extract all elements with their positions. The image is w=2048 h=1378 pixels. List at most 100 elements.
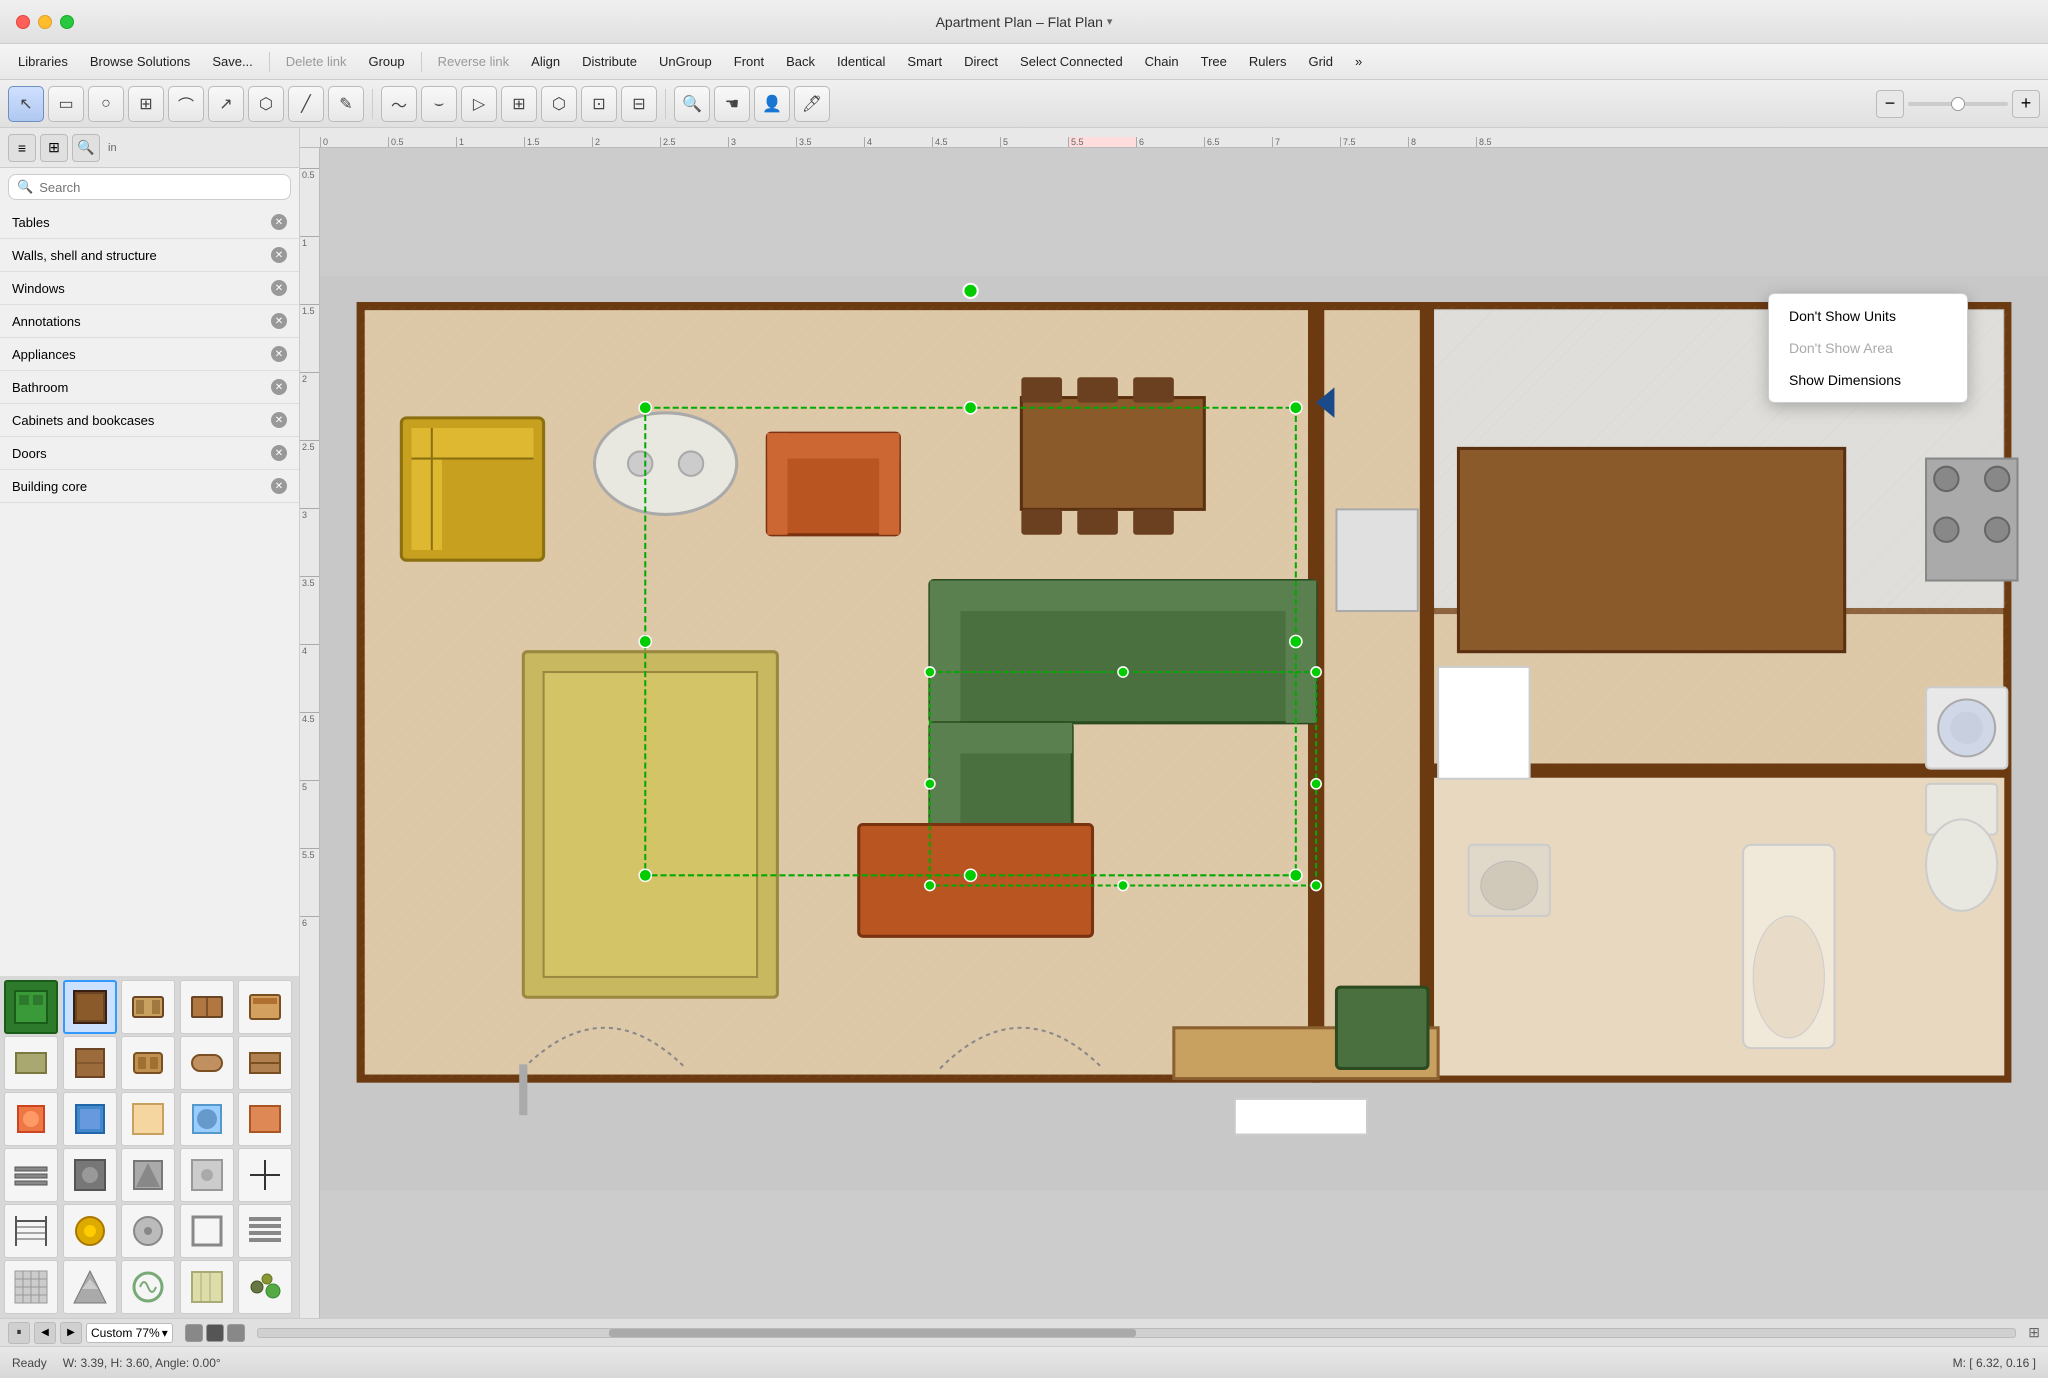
icon-cell[interactable]: [238, 1204, 292, 1258]
icon-cell[interactable]: [238, 1260, 292, 1314]
scroll-thumb[interactable]: [609, 1329, 1136, 1337]
icon-cell[interactable]: [4, 1036, 58, 1090]
icon-cell[interactable]: [4, 980, 58, 1034]
icon-cell[interactable]: [180, 980, 234, 1034]
icon-cell[interactable]: [180, 1260, 234, 1314]
next-page-button[interactable]: ▶: [60, 1322, 82, 1344]
search-box[interactable]: 🔍: [8, 174, 291, 200]
minimize-button[interactable]: [38, 15, 52, 29]
menu-smart[interactable]: Smart: [897, 50, 952, 73]
tool-search[interactable]: 🔍: [674, 86, 710, 122]
search-input[interactable]: [39, 180, 282, 195]
icon-cell[interactable]: [4, 1204, 58, 1258]
tool-stamp[interactable]: ⊞: [501, 86, 537, 122]
icon-cell[interactable]: [121, 1260, 175, 1314]
icon-cell[interactable]: [4, 1260, 58, 1314]
menu-delete-link[interactable]: Delete link: [276, 50, 357, 73]
category-close-walls[interactable]: ✕: [271, 247, 287, 263]
page-dot-1[interactable]: [185, 1324, 203, 1342]
category-appliances[interactable]: Appliances ✕: [0, 338, 299, 371]
category-close-building-core[interactable]: ✕: [271, 478, 287, 494]
category-close-bathroom[interactable]: ✕: [271, 379, 287, 395]
category-tables[interactable]: Tables ✕: [0, 206, 299, 239]
icon-cell[interactable]: [63, 1148, 117, 1202]
menu-grid[interactable]: Grid: [1298, 50, 1343, 73]
icon-cell[interactable]: [63, 1204, 117, 1258]
tool-pen[interactable]: 🖊: [794, 86, 830, 122]
maximize-button[interactable]: [60, 15, 74, 29]
tool-curve[interactable]: ⌒: [168, 86, 204, 122]
menu-group[interactable]: Group: [358, 50, 414, 73]
ctx-dont-show-area[interactable]: Don't Show Area: [1769, 332, 1967, 364]
menu-chain[interactable]: Chain: [1135, 50, 1189, 73]
close-button[interactable]: [16, 15, 30, 29]
icon-cell[interactable]: [180, 1036, 234, 1090]
tool-lasso[interactable]: ⬡: [541, 86, 577, 122]
tool-arc[interactable]: ⌣: [421, 86, 457, 122]
category-close-appliances[interactable]: ✕: [271, 346, 287, 362]
prev-page-button[interactable]: ◀: [34, 1322, 56, 1344]
category-close-annotations[interactable]: ✕: [271, 313, 287, 329]
zoom-select[interactable]: Custom 77% ▾: [86, 1323, 173, 1343]
icon-cell[interactable]: [238, 1036, 292, 1090]
icon-cell[interactable]: [63, 980, 117, 1034]
tool-person[interactable]: 👤: [754, 86, 790, 122]
zoom-in-button[interactable]: +: [2012, 90, 2040, 118]
category-close-windows[interactable]: ✕: [271, 280, 287, 296]
tool-extra2[interactable]: ⊟: [621, 86, 657, 122]
icon-cell[interactable]: [121, 1036, 175, 1090]
category-close-cabinets[interactable]: ✕: [271, 412, 287, 428]
icon-cell[interactable]: [180, 1148, 234, 1202]
menu-libraries[interactable]: Libraries: [8, 50, 78, 73]
sidebar-view-grid[interactable]: ⊞: [40, 134, 68, 162]
menu-browse-solutions[interactable]: Browse Solutions: [80, 50, 200, 73]
menu-align[interactable]: Align: [521, 50, 570, 73]
category-walls[interactable]: Walls, shell and structure ✕: [0, 239, 299, 272]
category-windows[interactable]: Windows ✕: [0, 272, 299, 305]
menu-reverse-link[interactable]: Reverse link: [428, 50, 520, 73]
tool-poly[interactable]: ▷: [461, 86, 497, 122]
tool-path[interactable]: ✎: [328, 86, 364, 122]
icon-cell[interactable]: [63, 1092, 117, 1146]
zoom-slider[interactable]: [1908, 102, 2008, 106]
icon-cell[interactable]: [238, 1148, 292, 1202]
category-doors[interactable]: Doors ✕: [0, 437, 299, 470]
icon-cell[interactable]: [121, 1092, 175, 1146]
zoom-dropdown-arrow[interactable]: ▾: [162, 1326, 168, 1340]
tool-rect[interactable]: ▭: [48, 86, 84, 122]
ctx-dont-show-units[interactable]: Don't Show Units: [1769, 300, 1967, 332]
menu-save[interactable]: Save...: [202, 50, 262, 73]
menu-distribute[interactable]: Distribute: [572, 50, 647, 73]
canvas-container[interactable]: 0.5 1 1.5 2 2.5 3 3.5 4 4.5 5 5.5 6: [300, 148, 2048, 1318]
category-close-tables[interactable]: ✕: [271, 214, 287, 230]
icon-cell[interactable]: [180, 1092, 234, 1146]
menu-identical[interactable]: Identical: [827, 50, 895, 73]
icon-cell[interactable]: [121, 980, 175, 1034]
tool-select[interactable]: ↖: [8, 86, 44, 122]
icon-cell[interactable]: [180, 1204, 234, 1258]
window-controls[interactable]: [16, 15, 74, 29]
floorplan-canvas[interactable]: Don't Show Units Don't Show Area Show Di…: [320, 148, 2048, 1318]
category-annotations[interactable]: Annotations ✕: [0, 305, 299, 338]
icon-cell[interactable]: [238, 1092, 292, 1146]
tool-line[interactable]: ╱: [288, 86, 324, 122]
grid-icon[interactable]: ⊞: [2028, 1324, 2040, 1341]
tool-pan[interactable]: ☚: [714, 86, 750, 122]
sidebar-search-toggle[interactable]: 🔍: [72, 134, 100, 162]
tool-freeform[interactable]: 〜: [381, 86, 417, 122]
tool-table[interactable]: ⊞: [128, 86, 164, 122]
tool-connector[interactable]: ↗: [208, 86, 244, 122]
zoom-out-button[interactable]: −: [1876, 90, 1904, 118]
menu-tree[interactable]: Tree: [1191, 50, 1237, 73]
sidebar-view-list[interactable]: ≡: [8, 134, 36, 162]
menu-direct[interactable]: Direct: [954, 50, 1008, 73]
menu-more[interactable]: »: [1345, 50, 1372, 73]
menu-rulers[interactable]: Rulers: [1239, 50, 1297, 73]
pause-button[interactable]: ⏸: [8, 1322, 30, 1344]
zoom-slider-thumb[interactable]: [1951, 97, 1965, 111]
icon-cell[interactable]: [121, 1204, 175, 1258]
tool-extra1[interactable]: ⊡: [581, 86, 617, 122]
title-dropdown-arrow[interactable]: ▾: [1107, 15, 1113, 28]
menu-back[interactable]: Back: [776, 50, 825, 73]
icon-cell[interactable]: [4, 1092, 58, 1146]
